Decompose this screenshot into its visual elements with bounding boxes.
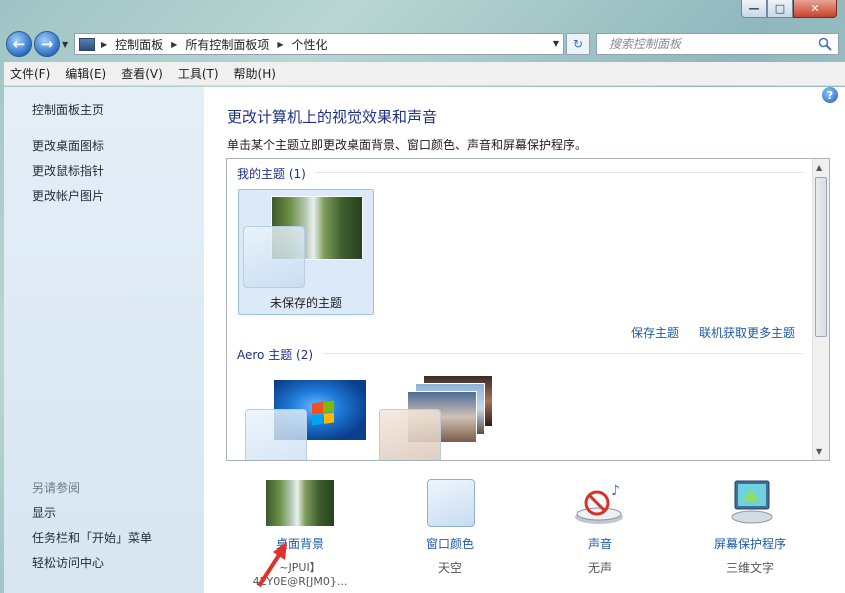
menu-file[interactable]: 文件(F) [10, 65, 50, 82]
scroll-down-icon[interactable]: ▼ [816, 447, 822, 456]
close-button[interactable]: ✕ [793, 0, 837, 18]
screen-saver-value: 三维文字 [725, 561, 774, 575]
scroll-thumb[interactable] [815, 177, 827, 337]
theme-windows-7[interactable] [241, 375, 371, 460]
taskbar-start-menu-link[interactable]: 任务栏和「开始」菜单 [32, 529, 152, 546]
theme-landscapes[interactable] [377, 373, 507, 460]
menu-help[interactable]: 帮助(H) [234, 65, 276, 82]
ease-of-access-link[interactable]: 轻松访问中心 [32, 554, 104, 571]
control-panel-home-link[interactable]: 控制面板主页 [32, 101, 104, 118]
refresh-button[interactable]: ↻ [566, 33, 590, 55]
change-mouse-pointers-link[interactable]: 更改鼠标指针 [32, 162, 104, 179]
sounds-setting[interactable]: ♪ 声音 无声 [540, 479, 660, 576]
search-placeholder: 搜索控制面板 [609, 37, 682, 51]
theme-glass-thumbnail [379, 409, 441, 460]
menu-edit[interactable]: 编辑(E) [65, 65, 106, 82]
windows-logo-icon [312, 400, 334, 426]
search-input[interactable]: 搜索控制面板 [596, 33, 839, 55]
recent-pages-dropdown[interactable]: ▼ [62, 40, 68, 49]
group-divider [323, 353, 803, 354]
get-more-themes-link[interactable]: 联机获取更多主题 [699, 324, 795, 341]
maximize-button[interactable]: □ [767, 0, 793, 18]
aero-themes-label: Aero 主题 (2) [237, 348, 314, 362]
sounds-icon: ♪ [565, 479, 635, 527]
left-pane: 控制面板主页 更改桌面图标 更改鼠标指针 更改帐户图片 另请参阅 显示 任务栏和… [4, 87, 204, 593]
menu-view[interactable]: 查看(V) [121, 65, 163, 82]
theme-glass-thumbnail [243, 226, 305, 288]
display-link[interactable]: 显示 [32, 504, 56, 521]
svg-text:♪: ♪ [611, 483, 620, 499]
search-icon[interactable] [818, 37, 832, 51]
menu-bar: 文件(F) 编辑(E) 查看(V) 工具(T) 帮助(H) [4, 62, 845, 86]
see-also-heading: 另请参阅 [32, 481, 81, 495]
theme-list: 我的主题 (1) 未保存的主题 保存主题 联机获取更多主题 Aero 主题 (2… [226, 158, 830, 461]
address-dropdown-icon[interactable]: ▼ [553, 39, 559, 48]
page-description: 单击某个主题立即更改桌面背景、窗口颜色、声音和屏幕保护程序。 [227, 138, 588, 152]
control-panel-icon [79, 37, 95, 51]
breadcrumb-personalization[interactable]: 个性化 [292, 36, 328, 53]
window-color-setting[interactable]: 窗口颜色 天空 [390, 479, 510, 576]
window-color-label: 窗口颜色 [425, 537, 474, 551]
minimize-button[interactable]: — [741, 0, 767, 18]
theme-name: 未保存的主题 [269, 296, 342, 310]
help-icon[interactable]: ? [822, 87, 838, 103]
chevron-right-icon: ▶ [101, 39, 108, 49]
menu-tools[interactable]: 工具(T) [178, 65, 219, 82]
annotation-arrow-icon [257, 542, 287, 588]
back-arrow-icon: ← [12, 35, 26, 53]
back-button[interactable]: ← [6, 31, 32, 57]
scroll-up-icon[interactable]: ▲ [816, 163, 822, 172]
screen-saver-label: 屏幕保护程序 [713, 537, 786, 551]
chevron-right-icon: ▶ [277, 39, 284, 49]
group-divider [315, 172, 803, 173]
sounds-value: 无声 [587, 561, 612, 575]
chevron-right-icon: ▶ [171, 39, 178, 49]
save-theme-link[interactable]: 保存主题 [631, 324, 679, 341]
change-account-picture-link[interactable]: 更改帐户图片 [32, 187, 104, 204]
screen-saver-icon [715, 479, 785, 527]
window-color-icon [415, 479, 485, 527]
window-color-value: 天空 [437, 561, 462, 575]
window-controls: — □ ✕ [741, 0, 837, 18]
my-themes-label: 我的主题 (1) [237, 167, 306, 181]
forward-button[interactable]: → [34, 31, 60, 57]
theme-unsaved[interactable]: 未保存的主题 [238, 189, 374, 315]
screen-saver-setting[interactable]: 屏幕保护程序 三维文字 [690, 479, 810, 576]
forward-arrow-icon: → [40, 35, 54, 53]
breadcrumb-control-panel[interactable]: 控制面板 [115, 36, 163, 53]
refresh-icon: ↻ [572, 37, 584, 51]
address-bar[interactable]: ▶ 控制面板 ▶ 所有控制面板项 ▶ 个性化 ▼ [74, 33, 564, 55]
content-area: 控制面板主页 更改桌面图标 更改鼠标指针 更改帐户图片 另请参阅 显示 任务栏和… [4, 87, 845, 593]
theme-list-scrollbar[interactable]: ▲ ▼ [812, 159, 829, 460]
page-title: 更改计算机上的视觉效果和声音 [227, 108, 438, 126]
navigation-bar: ← → ▼ ▶ 控制面板 ▶ 所有控制面板项 ▶ 个性化 ▼ ↻ 搜索控制面板 [0, 27, 845, 61]
breadcrumb-all-items[interactable]: 所有控制面板项 [185, 36, 269, 53]
sounds-label: 声音 [587, 537, 612, 551]
change-desktop-icons-link[interactable]: 更改桌面图标 [32, 137, 104, 154]
